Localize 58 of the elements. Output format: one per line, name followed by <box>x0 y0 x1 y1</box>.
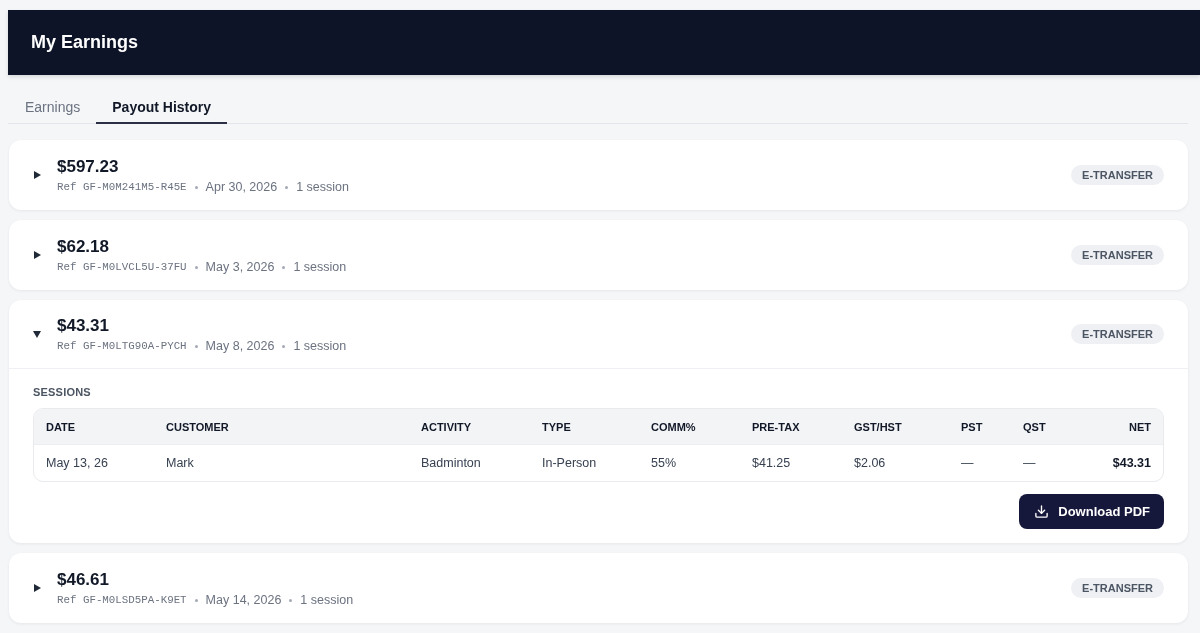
payment-method-badge: E-TRANSFER <box>1071 245 1164 265</box>
caret-down-icon[interactable] <box>33 330 41 338</box>
payout-reference: Ref GF-M0M241M5-R45E <box>57 181 187 193</box>
table-cell: May 13, 26 <box>46 456 108 470</box>
separator-dot-icon <box>194 344 198 348</box>
download-pdf-button[interactable]: Download PDF <box>1019 494 1164 529</box>
section-title: SESSIONS <box>33 385 91 399</box>
session-count: 1 session <box>300 593 354 607</box>
session-count: 1 session <box>293 339 347 353</box>
payout-date: Apr 30, 2026 <box>205 180 278 194</box>
caret-right-icon[interactable] <box>34 251 41 259</box>
caret-right-icon[interactable] <box>34 171 41 179</box>
column-header: ACTIVITY <box>421 420 472 433</box>
table-cell: Mark <box>166 456 194 470</box>
payout-reference: Ref GF-M0LSD5PA-K9ET <box>57 594 187 606</box>
payout-amount: $62.18 <box>57 236 109 257</box>
payout-amount: $597.23 <box>57 156 119 177</box>
separator-dot-icon <box>194 265 198 269</box>
tab[interactable]: Payout History <box>96 90 228 124</box>
table-cell: Badminton <box>421 456 481 470</box>
payment-method-badge: E-TRANSFER <box>1071 165 1164 185</box>
separator-dot-icon <box>194 185 198 189</box>
column-header: TYPE <box>542 420 571 433</box>
payout-date: May 14, 2026 <box>205 593 282 607</box>
table-cell: $43.31 <box>1112 456 1151 470</box>
separator-dot-icon <box>285 185 289 189</box>
session-count: 1 session <box>293 260 347 274</box>
table-cell: — <box>1023 456 1036 470</box>
column-header: COMM% <box>651 420 696 433</box>
payout-reference: Ref GF-M0LVCL5U-37FU <box>57 261 187 273</box>
column-header: GST/HST <box>854 420 902 433</box>
column-header: PRE-TAX <box>752 420 800 433</box>
table-cell: $2.06 <box>854 456 886 470</box>
session-count: 1 session <box>296 180 349 194</box>
column-header: NET <box>1129 420 1151 433</box>
caret-right-icon[interactable] <box>34 584 41 592</box>
table-cell: — <box>961 456 974 470</box>
tab[interactable]: Earnings <box>9 90 97 124</box>
payout-amount: $46.61 <box>57 569 109 590</box>
payout-reference: Ref GF-M0LTG90A-PYCH <box>57 340 187 352</box>
table-cell: 55% <box>651 456 677 470</box>
column-header: QST <box>1023 420 1046 433</box>
table-cell: $41.25 <box>752 456 791 470</box>
separator-dot-icon <box>194 598 198 602</box>
separator-dot-icon <box>282 265 286 269</box>
table-cell: In-Person <box>542 456 597 470</box>
payout-date: May 8, 2026 <box>205 339 275 353</box>
separator-dot-icon <box>289 598 293 602</box>
column-header: CUSTOMER <box>166 420 229 433</box>
separator-dot-icon <box>282 344 286 348</box>
column-header: DATE <box>46 420 76 433</box>
payout-date: May 3, 2026 <box>205 260 275 274</box>
column-header: PST <box>961 420 983 433</box>
payout-amount: $43.31 <box>57 315 109 336</box>
payment-method-badge: E-TRANSFER <box>1071 578 1164 598</box>
payment-method-badge: E-TRANSFER <box>1071 324 1164 344</box>
page-title: My Earnings <box>31 32 139 53</box>
download-icon <box>1034 504 1050 519</box>
